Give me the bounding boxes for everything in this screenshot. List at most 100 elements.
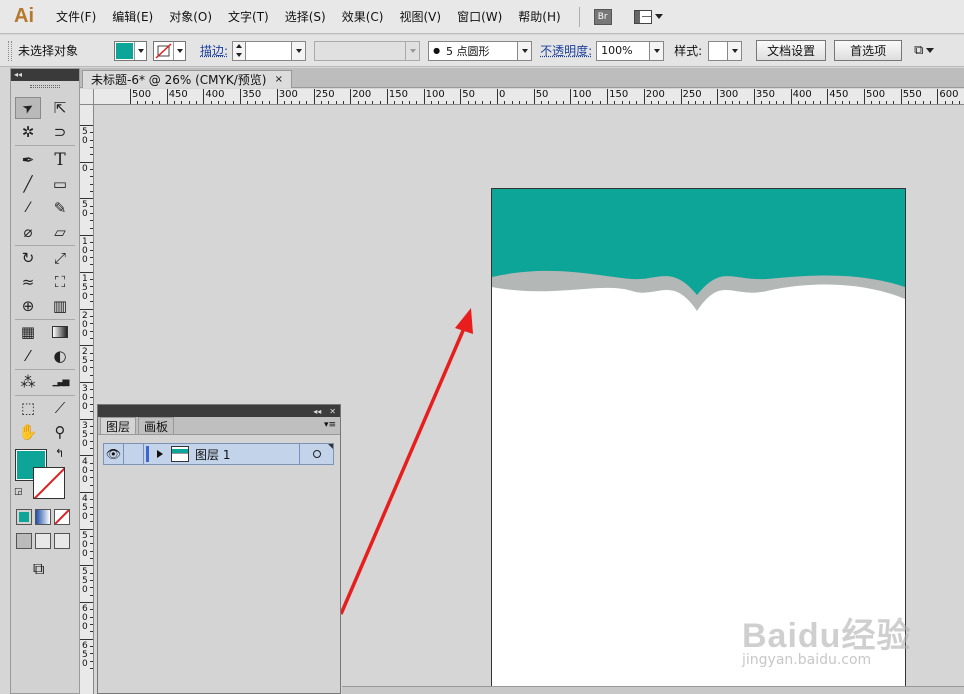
menu-view[interactable]: 视图(V) bbox=[391, 0, 449, 33]
brush-definition-field[interactable]: ● 5 点圆形 bbox=[428, 40, 519, 61]
layer-row[interactable]: 👁 图层 1 bbox=[103, 443, 334, 465]
free-transform-tool[interactable]: ⛶ bbox=[47, 271, 73, 293]
stroke-color-box[interactable] bbox=[33, 467, 65, 499]
bridge-button[interactable]: Br bbox=[593, 8, 612, 25]
workspace-switcher-button[interactable] bbox=[633, 9, 663, 24]
column-graph-tool[interactable]: ▁▃▅ bbox=[47, 371, 73, 393]
menu-file[interactable]: 文件(F) bbox=[48, 0, 104, 33]
pen-tool[interactable]: ✒ bbox=[15, 149, 41, 171]
menu-type[interactable]: 文字(T) bbox=[220, 0, 277, 33]
horizontal-ruler[interactable]: 500 450 400 350 300 250 200 150 100 50 0 50 100 150 20… bbox=[94, 89, 964, 105]
stroke-label[interactable]: 描边: bbox=[200, 42, 228, 59]
graphic-style-dropdown[interactable] bbox=[728, 40, 743, 61]
vertical-ruler[interactable]: 50 0 50 100 150 200 250 300 350 400 450 500 550 600 65… bbox=[80, 105, 94, 694]
panel-menu-icon[interactable]: ▾≡ bbox=[324, 420, 336, 430]
stroke-weight-field[interactable] bbox=[246, 40, 293, 61]
ruler-tick bbox=[313, 89, 315, 104]
default-colors-icon[interactable]: ◲ bbox=[14, 487, 23, 497]
lock-toggle[interactable] bbox=[124, 444, 144, 464]
ruler-origin[interactable] bbox=[80, 89, 94, 105]
ruler-minor-tick bbox=[621, 101, 623, 104]
ruler-minor-tick bbox=[629, 101, 631, 104]
slice-tool[interactable]: ⟋ bbox=[47, 397, 73, 419]
mesh-tool[interactable]: ▦ bbox=[15, 321, 41, 343]
fill-swatch-dropdown[interactable] bbox=[114, 40, 148, 61]
menu-object[interactable]: 对象(O) bbox=[161, 0, 220, 33]
layer-target[interactable] bbox=[299, 444, 333, 464]
menu-window[interactable]: 窗口(W) bbox=[449, 0, 510, 33]
stroke-swatch-dropdown[interactable] bbox=[153, 40, 187, 61]
selection-tool[interactable]: ➤ bbox=[15, 97, 41, 119]
blob-brush-tool[interactable]: ⌀ bbox=[15, 221, 41, 243]
artboard-tool[interactable]: ⬚ bbox=[15, 397, 41, 419]
ruler-label: 500 bbox=[866, 89, 886, 100]
brush-definition-dropdown[interactable] bbox=[518, 40, 533, 61]
tab-layers[interactable]: 图层 bbox=[100, 417, 137, 434]
opacity-dropdown[interactable] bbox=[650, 40, 665, 61]
rectangle-tool[interactable]: ▭ bbox=[47, 173, 73, 195]
tab-artboards[interactable]: 画板 bbox=[138, 417, 175, 434]
toolbox-grip[interactable] bbox=[11, 81, 79, 91]
gradient-mode-button[interactable] bbox=[35, 509, 51, 525]
eyedropper-tool[interactable]: ⁄ bbox=[15, 345, 41, 367]
perspective-grid-tool[interactable]: ▥ bbox=[47, 295, 73, 317]
rotate-tool[interactable]: ↻ bbox=[15, 247, 41, 269]
menu-edit[interactable]: 编辑(E) bbox=[104, 0, 161, 33]
ruler-tick bbox=[80, 235, 93, 237]
stroke-weight-stepper[interactable] bbox=[232, 40, 247, 61]
scale-tool[interactable]: ⤢ bbox=[47, 247, 73, 269]
menu-effect[interactable]: 效果(C) bbox=[334, 0, 392, 33]
ruler-minor-tick bbox=[438, 101, 440, 104]
zoom-tool[interactable]: ⚲ bbox=[47, 421, 73, 443]
draw-behind-button[interactable] bbox=[35, 533, 51, 549]
ruler-minor-tick bbox=[90, 580, 93, 582]
draw-inside-button[interactable] bbox=[54, 533, 70, 549]
close-panel-icon[interactable]: ✕ bbox=[329, 407, 336, 416]
ruler-minor-tick bbox=[445, 101, 447, 104]
graphic-style-swatch[interactable] bbox=[708, 40, 729, 61]
ruler-minor-tick bbox=[90, 396, 93, 398]
swap-colors-icon[interactable]: ↰ bbox=[55, 447, 64, 460]
type-tool[interactable]: T bbox=[47, 149, 73, 171]
expand-triangle-icon[interactable] bbox=[157, 450, 163, 458]
close-icon[interactable]: × bbox=[275, 74, 283, 85]
collapse-panel-icon[interactable]: ◂◂ bbox=[313, 407, 321, 416]
control-bar-grip[interactable] bbox=[8, 40, 12, 61]
eye-icon[interactable]: 👁 bbox=[104, 444, 124, 464]
pencil-tool[interactable]: ✎ bbox=[47, 197, 73, 219]
stroke-weight-dropdown[interactable] bbox=[292, 40, 307, 61]
toolbox-collapse-button[interactable]: ◂◂ bbox=[11, 69, 79, 81]
direct-selection-icon: ⇱ bbox=[53, 99, 67, 117]
shape-builder-tool[interactable]: ⊕ bbox=[15, 295, 41, 317]
line-tool[interactable]: ╱ bbox=[15, 173, 41, 195]
gradient-tool[interactable] bbox=[47, 321, 73, 343]
ruler-minor-tick bbox=[724, 101, 726, 104]
menubar-divider bbox=[578, 6, 580, 27]
symbol-sprayer-tool[interactable]: ⁂ bbox=[15, 371, 41, 393]
layers-panel-header[interactable]: ◂◂ ✕ bbox=[98, 405, 340, 417]
shape-builder-icon: ⊕ bbox=[21, 297, 35, 315]
none-mode-button[interactable] bbox=[54, 509, 70, 525]
width-tool[interactable]: ≈ bbox=[15, 271, 41, 293]
color-mode-button[interactable] bbox=[16, 509, 32, 525]
magic-wand-tool[interactable]: ✲ bbox=[15, 121, 41, 143]
eraser-tool[interactable]: ▱ bbox=[47, 221, 73, 243]
menu-help[interactable]: 帮助(H) bbox=[510, 0, 568, 33]
screen-mode-icon[interactable]: ⧉ bbox=[33, 559, 44, 579]
ruler-minor-tick bbox=[306, 101, 308, 104]
preferences-button[interactable]: 首选项 bbox=[834, 40, 903, 61]
draw-normal-button[interactable] bbox=[16, 533, 32, 549]
hand-tool[interactable]: ✋ bbox=[15, 421, 41, 443]
blend-tool[interactable]: ◐ bbox=[47, 345, 73, 367]
menu-select[interactable]: 选择(S) bbox=[277, 0, 334, 33]
opacity-label[interactable]: 不透明度: bbox=[540, 42, 592, 59]
direct-selection-tool[interactable]: ⇱ bbox=[47, 97, 73, 119]
opacity-field[interactable]: 100% bbox=[596, 40, 651, 61]
layer-name[interactable]: 图层 1 bbox=[195, 446, 230, 463]
ruler-minor-tick bbox=[298, 101, 300, 104]
lasso-tool[interactable]: ⊃ bbox=[47, 121, 73, 143]
document-tab[interactable]: 未标题-6* @ 26% (CMYK/预览) × bbox=[82, 70, 292, 88]
paintbrush-tool[interactable]: ⁄ bbox=[15, 197, 41, 219]
document-setup-button[interactable]: 文档设置 bbox=[756, 40, 827, 61]
arrange-documents-button[interactable]: ⧉ bbox=[914, 43, 935, 58]
